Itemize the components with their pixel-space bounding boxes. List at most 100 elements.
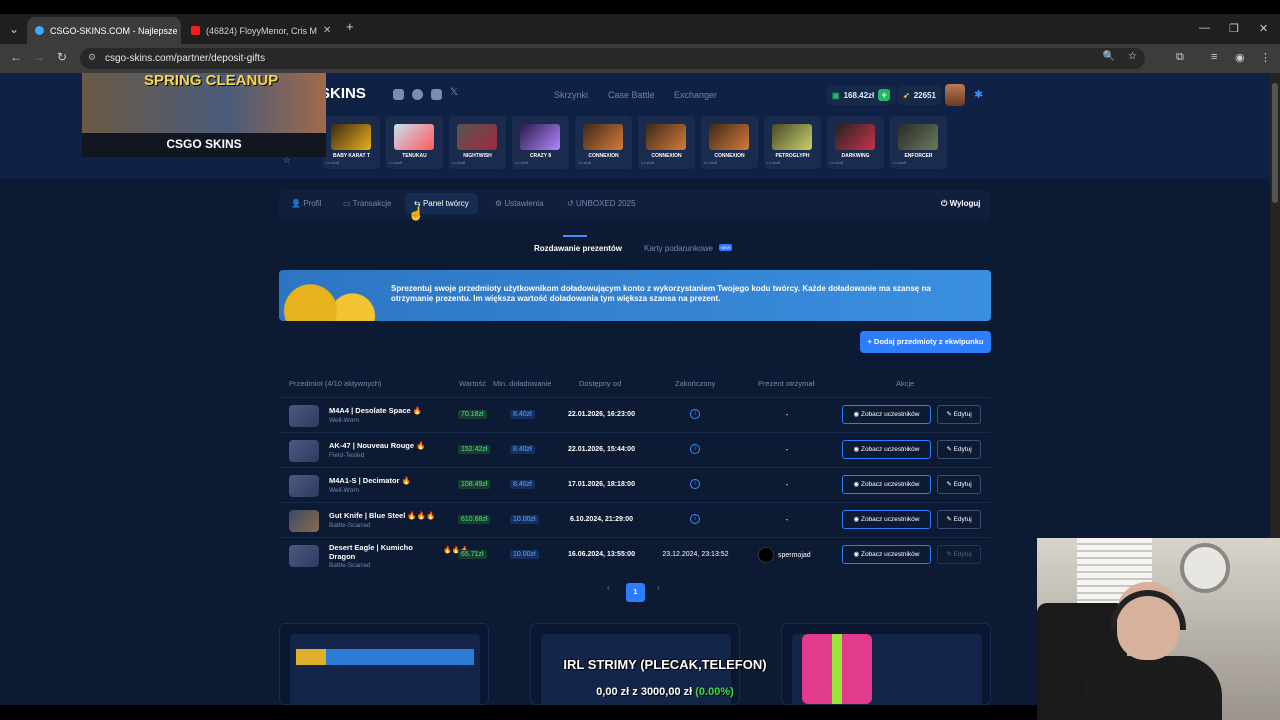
points-icon: ➶ <box>903 90 910 100</box>
logout-button[interactable]: ⏻ Wyloguj <box>941 199 981 209</box>
live-drop-item[interactable]: PETROGLYPH Lo stuff <box>764 116 821 169</box>
winner: - <box>785 445 789 454</box>
coins-illustration <box>279 270 384 321</box>
item-condition: Well-Worn <box>329 417 360 424</box>
site-logo[interactable]: SKINS <box>320 85 366 102</box>
item-name: AK-47 | Nouveau Rouge <box>329 441 415 450</box>
wallet-icon: ▣ <box>832 90 840 100</box>
info-icon[interactable]: i <box>690 479 700 489</box>
preview-card <box>781 623 991 705</box>
tab-transakcje[interactable]: ▭ Transakcje <box>343 199 391 208</box>
gift-icon <box>802 634 872 704</box>
extensions-icon[interactable]: ⧉ <box>1176 51 1184 64</box>
balance-widget[interactable]: ▣ 168.42zł + <box>826 85 897 105</box>
discord-icon[interactable] <box>393 89 404 100</box>
edit-button[interactable]: ✎ Edytuj <box>937 475 981 494</box>
spring-cleanup-promo[interactable]: SPRING CLEANUP CSGO SKINS <box>82 73 326 157</box>
view-participants-button[interactable]: ◉ Zobacz uczestników <box>842 405 931 424</box>
facebook-icon[interactable] <box>412 89 423 100</box>
view-participants-button[interactable]: ◉ Zobacz uczestników <box>842 545 931 564</box>
zoom-icon[interactable]: 🔍 <box>1103 51 1115 62</box>
x-twitter-icon[interactable]: 𝕏 <box>450 87 461 98</box>
item-condition: Well-Worn <box>329 487 360 494</box>
item-name: M4A1-S | Decimator <box>329 476 400 485</box>
live-drop-item[interactable]: BABY KARAT T Lo stuff <box>323 116 380 169</box>
live-drop-item[interactable]: CONNEXION Lo stuff <box>575 116 632 169</box>
media-icon[interactable]: ≡ <box>1211 51 1217 63</box>
table-row: AK-47 | Nouveau Rouge 🔥 Field-Tested 152… <box>279 432 991 467</box>
table-row: M4A1-S | Decimator 🔥 Well-Worn 108.49zł … <box>279 467 991 502</box>
forward-icon[interactable]: → <box>33 50 45 64</box>
address-bar[interactable]: ⚙ csgo-skins.com/partner/deposit-gifts 🔍… <box>80 48 1145 69</box>
site-favicon-icon <box>35 26 44 35</box>
instagram-icon[interactable] <box>431 89 442 100</box>
add-items-button[interactable]: + Dodaj przedmioty z ekwipunku <box>860 331 991 353</box>
live-drop-item[interactable]: TENUKAU Lo stuff <box>386 116 443 169</box>
site-info-icon[interactable]: ⚙ <box>88 52 96 63</box>
points-widget[interactable]: ➶ 22651 <box>897 85 942 105</box>
info-icon[interactable]: i <box>690 444 700 454</box>
browser-tab-youtube[interactable]: (46824) FloyyMenor, Cris M ✕ <box>183 17 338 44</box>
tab-unboxed[interactable]: ↺ UNBOXED 2025 <box>567 199 636 208</box>
live-drop-item[interactable]: ENFORCER Lo stuff <box>890 116 947 169</box>
item-name: M4A4 | Desolate Space <box>329 406 411 415</box>
view-participants-button[interactable]: ◉ Zobacz uczestników <box>842 510 931 529</box>
page-1-button[interactable]: 1 <box>626 583 645 602</box>
back-icon[interactable]: ← <box>10 50 22 64</box>
close-window-icon[interactable]: ✕ <box>1259 22 1268 35</box>
minimize-icon[interactable]: — <box>1199 22 1210 34</box>
settings-gear-icon[interactable]: ✱ <box>974 88 983 101</box>
col-item: Przedmiot (4/10 aktywnych) <box>289 379 382 388</box>
live-drop-item[interactable]: DARKWING Lo stuff <box>827 116 884 169</box>
profile-icon[interactable]: ◉ <box>1235 51 1245 64</box>
info-icon[interactable]: i <box>690 514 700 524</box>
table-row: M4A4 | Desolate Space 🔥 Well-Worn 70.18z… <box>279 397 991 432</box>
points-value: 22651 <box>913 90 936 100</box>
live-drop-item[interactable]: NIGHTWISH Lo stuff <box>449 116 506 169</box>
new-tab-button[interactable]: + <box>346 19 354 34</box>
live-drop-item[interactable]: CRAZY 8 Lo stuff <box>512 116 569 169</box>
winner: - <box>785 515 789 524</box>
subtab-gifts[interactable]: Rozdawanie prezentów <box>534 244 622 253</box>
reload-icon[interactable]: ↻ <box>57 50 67 64</box>
browser-tab-active[interactable]: CSGO-SKINS.COM - Najlepsze ✕ <box>27 17 181 44</box>
nav-exchanger[interactable]: Exchanger <box>674 90 717 100</box>
winner: spermojad <box>758 547 811 563</box>
available-date: 22.01.2026, 16:23:00 <box>568 411 635 418</box>
subtab-gift-cards[interactable]: Karty podarunkowe <box>644 244 713 253</box>
menu-icon[interactable]: ⋮ <box>1260 51 1271 64</box>
prev-page-button[interactable]: ‹ <box>607 583 610 592</box>
tab-profil[interactable]: 👤 Profil <box>291 199 321 208</box>
available-date: 16.06.2024, 13:55:00 <box>568 551 635 558</box>
tab-search-icon[interactable]: ⌄ <box>9 22 19 36</box>
min-deposit: 8.40zł <box>510 480 535 489</box>
tab-ustawienia[interactable]: ⚙ Ustawienia <box>495 199 544 208</box>
item-icon <box>289 545 319 567</box>
item-name: Gut Knife | Blue Steel <box>329 511 406 520</box>
view-participants-button[interactable]: ◉ Zobacz uczestników <box>842 475 931 494</box>
edit-button[interactable]: ✎ Edytuj <box>937 440 981 459</box>
next-page-button[interactable]: › <box>657 583 660 592</box>
live-drop-item[interactable]: CONNEXION Lo stuff <box>701 116 758 169</box>
view-participants-button[interactable]: ◉ Zobacz uczestników <box>842 440 931 459</box>
edit-button[interactable]: ✎ Edytuj <box>937 405 981 424</box>
min-deposit: 10.00zł <box>510 515 539 524</box>
nav-case-battle[interactable]: Case Battle <box>608 90 655 100</box>
item-icon <box>289 510 319 532</box>
item-condition: Battle-Scarred <box>329 522 371 529</box>
col-ended: Zakończony <box>675 379 716 388</box>
promo-title: SPRING CLEANUP <box>144 73 279 89</box>
edit-button[interactable]: ✎ Edytuj <box>937 510 981 529</box>
info-icon[interactable]: i <box>690 409 700 419</box>
maximize-icon[interactable]: ❐ <box>1229 22 1239 35</box>
nav-cases[interactable]: Skrzynki <box>554 90 588 100</box>
available-date: 17.01.2026, 18:18:00 <box>568 481 635 488</box>
flame-icon: 🔥🔥🔥 <box>407 511 436 520</box>
col-available: Dostępny od <box>579 379 622 388</box>
live-drop-item[interactable]: CONNEXION Lo stuff <box>638 116 695 169</box>
bookmark-star-icon[interactable]: ☆ <box>1128 51 1137 62</box>
close-tab-icon[interactable]: ✕ <box>323 25 331 36</box>
ended-date: 23.12.2024, 23:13:52 <box>662 551 729 558</box>
avatar[interactable] <box>945 84 965 106</box>
deposit-plus-icon[interactable]: + <box>878 89 891 101</box>
